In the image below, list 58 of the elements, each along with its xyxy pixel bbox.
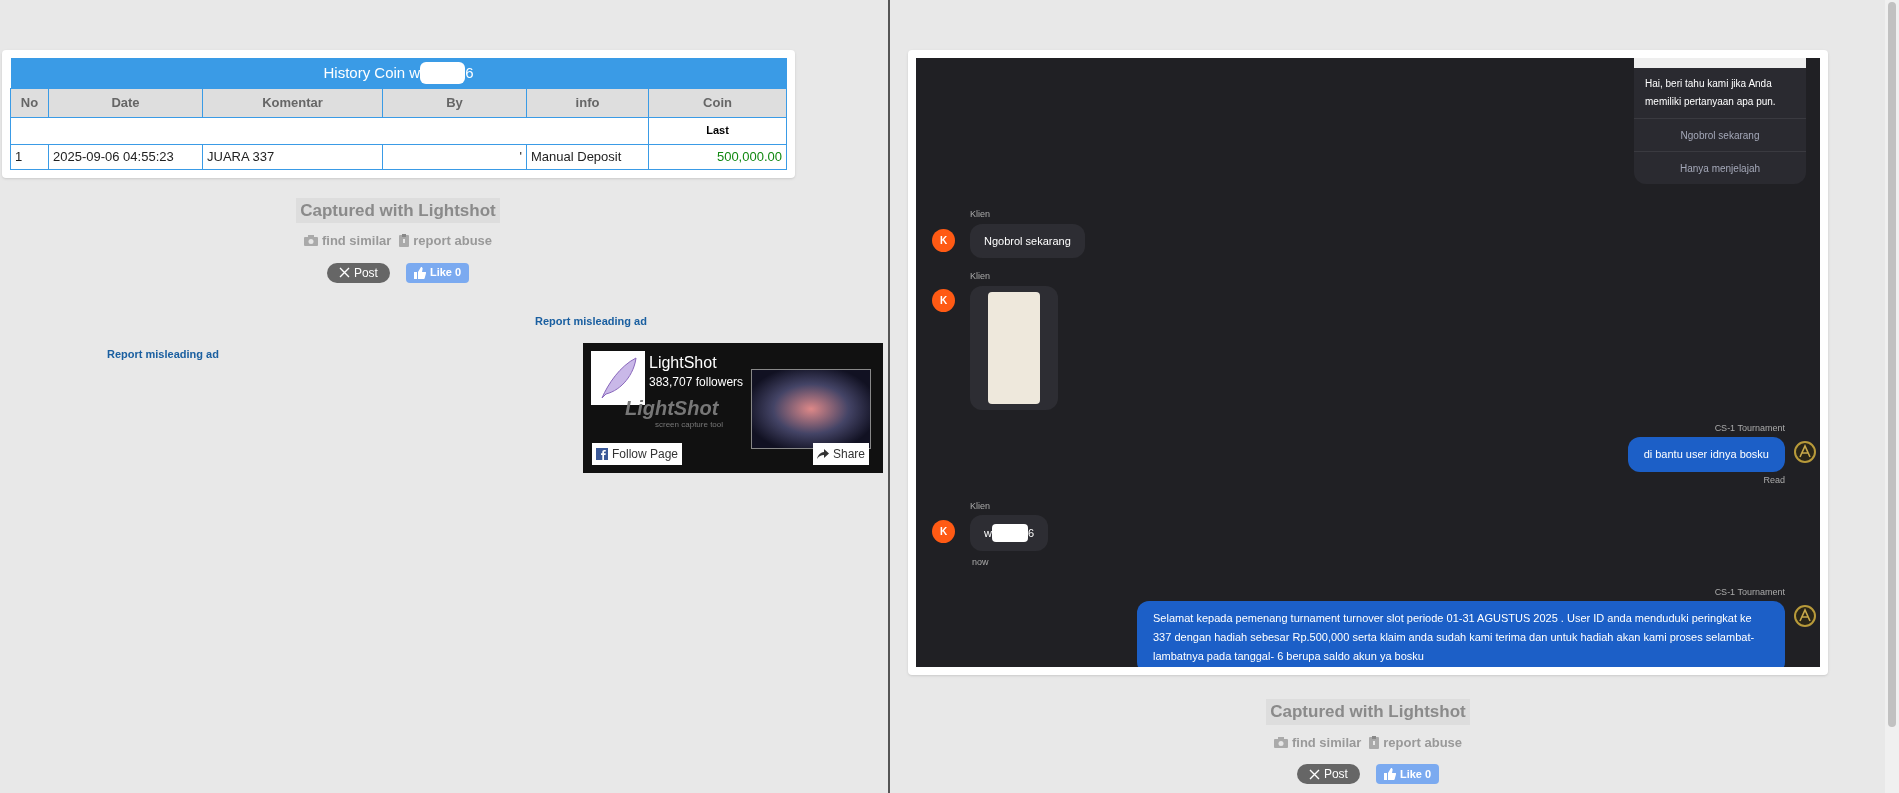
table-cell: Manual Deposit <box>526 144 649 169</box>
client-avatar: K <box>932 288 955 312</box>
follower-count: 383,707 followers <box>649 373 744 391</box>
captured-with-lightshot-label: Captured with Lightshot <box>1266 699 1470 725</box>
message-bubble: di bantu user idnya bosku <box>1627 437 1785 472</box>
camera-icon <box>303 235 318 247</box>
table-cell: 500,000.00 <box>648 144 787 169</box>
chat-option-button[interactable]: Ngobrol sekarang <box>1634 118 1806 151</box>
share-arrow-icon <box>817 448 829 459</box>
agent-avatar-icon <box>1794 605 1816 627</box>
page-name: LightShot <box>649 352 717 373</box>
table-cell: JUARA 337 <box>202 144 383 169</box>
sender-name: Klien <box>970 270 991 283</box>
agent-avatar-icon <box>1794 441 1816 463</box>
column-header: By <box>382 88 527 117</box>
report-misleading-ad-link[interactable]: Report misleading ad <box>535 312 647 329</box>
feather-icon <box>598 355 638 400</box>
message-status: now <box>972 556 990 569</box>
camera-icon <box>1273 736 1288 748</box>
table-cell: 1 <box>10 144 49 169</box>
redaction-block <box>991 524 1028 542</box>
sender-name: CS-1 Tournament <box>1714 421 1785 435</box>
logo-text: LightShot <box>625 395 719 421</box>
table-title: History Coin w 6 <box>10 58 787 88</box>
report-misleading-ad-link[interactable]: Report misleading ad <box>107 345 219 362</box>
column-header: Date <box>48 88 203 117</box>
client-avatar: K <box>932 520 955 543</box>
tagline: screen capture tool <box>655 419 724 431</box>
column-header: Komentar <box>202 88 383 117</box>
x-logo-icon <box>338 267 350 278</box>
x-post-button[interactable]: Post <box>326 262 390 283</box>
column-header: No <box>10 88 49 117</box>
sender-name: Klien <box>970 208 991 221</box>
share-button[interactable]: Share <box>813 442 870 465</box>
message-bubble: Ngobrol sekarang <box>970 223 1085 258</box>
facebook-icon <box>596 447 608 460</box>
chat-option-button[interactable]: Hanya menjelajah <box>1634 151 1806 184</box>
message-bubble: w 6 <box>970 515 1049 551</box>
table-cell: Last <box>648 117 787 144</box>
redaction-block <box>420 61 466 84</box>
column-header: info <box>526 88 649 117</box>
x-logo-icon <box>1308 768 1320 780</box>
thumbs-up-icon <box>413 266 426 279</box>
welcome-text: Hai, beri tahu kami jika Anda memiliki pertanyaan apa pun. <box>1644 77 1777 109</box>
clipboard-icon <box>399 234 410 248</box>
follow-page-button[interactable]: Follow Page <box>592 442 683 465</box>
sender-name: CS-1 Tournament <box>1714 585 1785 599</box>
client-avatar: K <box>932 228 955 252</box>
thumbs-up-icon <box>1383 768 1396 780</box>
message-bubble: Selamat kepada pemenang turnament turnover slot periode 01-31 AGUSTUS 2025 . User ID anda menduduki peringkat ke 337 dengan hadiah sebesar Rp.500,000 serta klaim anda sudah kami terima dan untuk hadiah akan kami proses selambat-lambatnya pada tanggal- 6 berupa saldo akun ya bosku <box>1137 601 1785 667</box>
sender-name: Klien <box>970 499 991 513</box>
table-cell: 2025-09-06 04:55:23 <box>48 144 203 169</box>
captured-with-lightshot-label: Captured with Lightshot <box>296 197 500 223</box>
message-status: Read <box>1763 474 1785 487</box>
clipboard-icon <box>1369 735 1380 749</box>
table-cell: ' <box>382 144 527 169</box>
column-header: Coin <box>648 88 787 117</box>
x-post-button[interactable]: Post <box>1296 764 1360 784</box>
